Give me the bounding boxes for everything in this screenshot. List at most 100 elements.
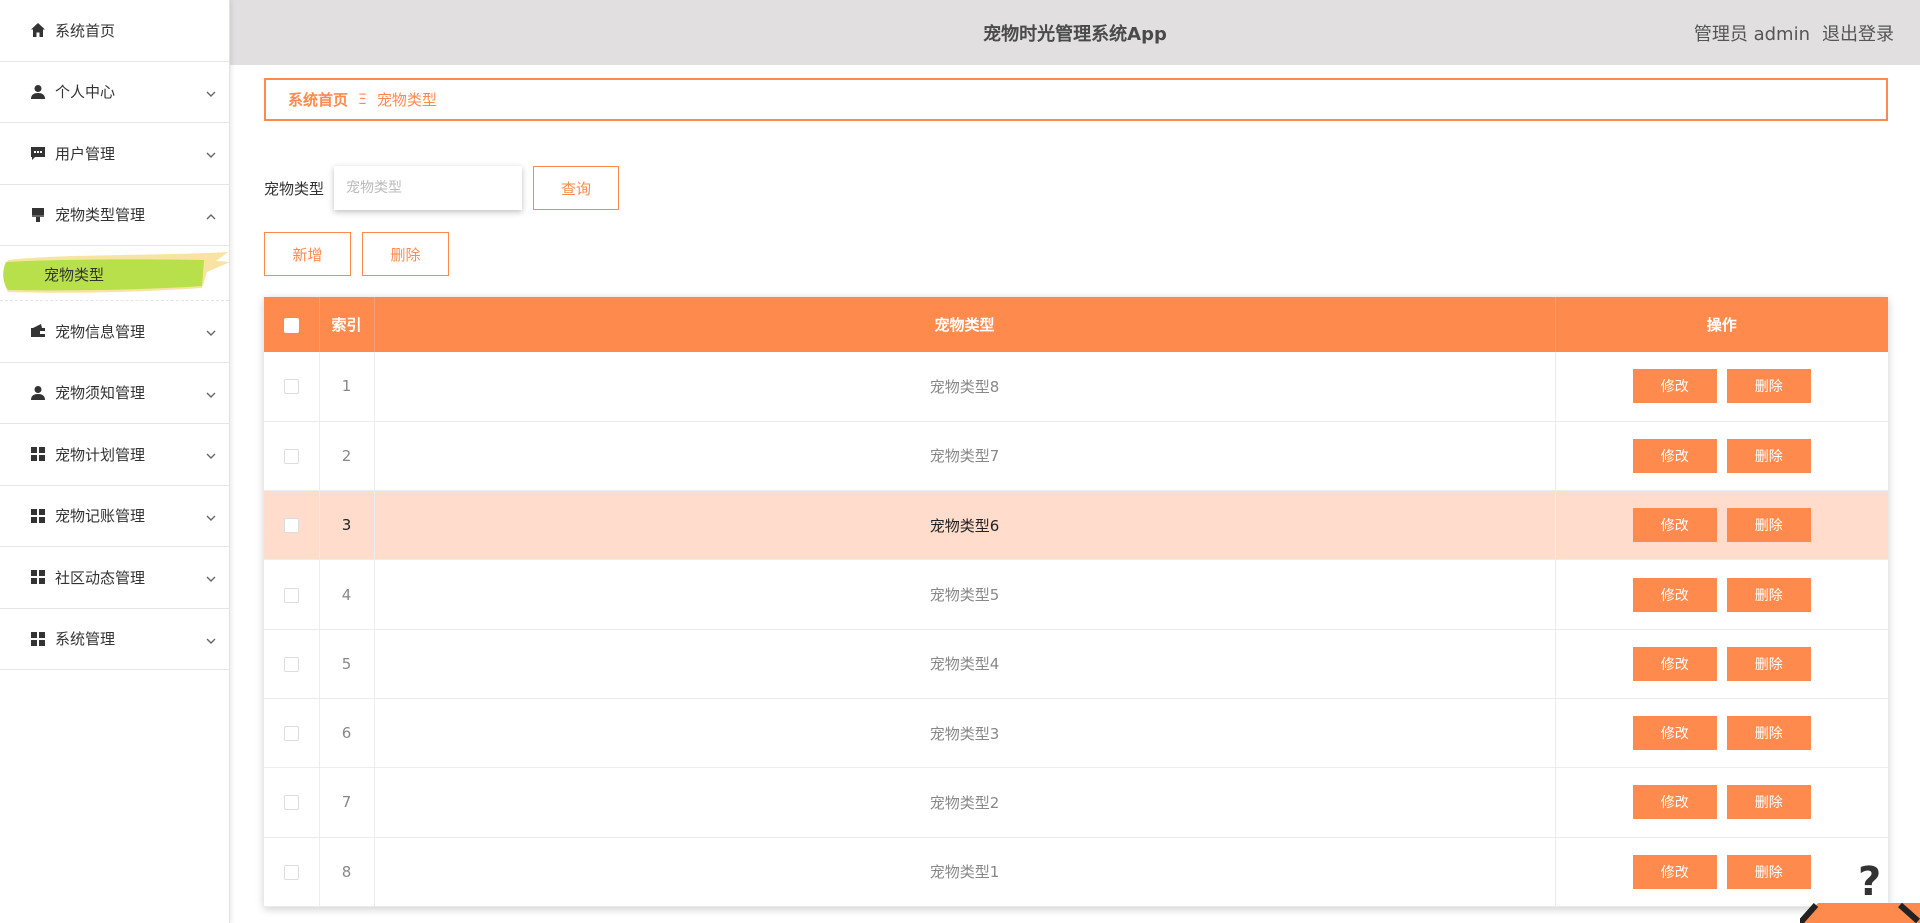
row-delete-button[interactable]: 删除 <box>1726 716 1811 751</box>
table-row: 2 宠物类型7 修改 删除 <box>264 421 1888 491</box>
sidebar-subitem-pet-type[interactable]: 宠物类型 <box>2 252 230 293</box>
row-delete-button[interactable]: 删除 <box>1726 577 1811 612</box>
table-row: 3 宠物类型6 修改 删除 <box>264 490 1888 560</box>
chevron-down-icon <box>205 571 217 583</box>
query-button[interactable]: 查询 <box>533 166 620 210</box>
chevron-down-icon <box>205 86 217 98</box>
row-pet-type: 宠物类型7 <box>374 421 1556 491</box>
sidebar-item-home[interactable]: 系统首页 <box>0 0 229 62</box>
row-pet-type: 宠物类型4 <box>374 629 1556 699</box>
row-checkbox[interactable] <box>283 656 299 672</box>
add-button[interactable]: 新增 <box>264 232 351 276</box>
row-checkbox[interactable] <box>283 587 299 603</box>
sidebar-item-community-management[interactable]: 社区动态管理 <box>0 547 229 609</box>
row-checkbox[interactable] <box>283 379 299 395</box>
table-header-row: 索引 宠物类型 操作 <box>264 297 1888 352</box>
sidebar-item-label: 宠物须知管理 <box>55 384 146 403</box>
sidebar-item-pet-plan-management[interactable]: 宠物计划管理 <box>0 424 229 486</box>
row-index: 3 <box>319 490 375 560</box>
row-edit-button[interactable]: 修改 <box>1632 508 1717 543</box>
sidebar-item-user-management[interactable]: 用户管理 <box>0 123 229 185</box>
chevron-down-icon <box>205 510 217 522</box>
chevron-down-icon <box>205 147 217 159</box>
column-header-pet-type: 宠物类型 <box>374 297 1556 352</box>
brush-icon <box>29 206 47 224</box>
chevron-down-icon <box>205 387 217 399</box>
row-actions: 修改 删除 <box>1555 352 1888 421</box>
table-row: 6 宠物类型3 修改 删除 <box>264 698 1888 768</box>
sidebar-item-personal-center[interactable]: 个人中心 <box>0 62 229 123</box>
sidebar-item-label: 宠物信息管理 <box>55 322 146 341</box>
row-edit-button[interactable]: 修改 <box>1632 438 1717 473</box>
row-index: 2 <box>319 421 375 491</box>
sidebar-item-system-management[interactable]: 系统管理 <box>0 609 229 670</box>
row-edit-button[interactable]: 修改 <box>1632 369 1717 404</box>
chevron-down-icon <box>205 325 217 337</box>
row-delete-button[interactable]: 删除 <box>1726 369 1811 404</box>
row-checkbox[interactable] <box>283 795 299 811</box>
batch-delete-button[interactable]: 删除 <box>362 232 449 276</box>
search-input[interactable] <box>334 166 523 210</box>
row-checkbox[interactable] <box>283 864 299 880</box>
table-row: 5 宠物类型4 修改 删除 <box>264 629 1888 699</box>
row-edit-button[interactable]: 修改 <box>1632 854 1717 889</box>
sidebar-item-label: 个人中心 <box>55 83 116 102</box>
row-index: 5 <box>319 629 375 699</box>
home-icon <box>29 21 47 39</box>
row-delete-button[interactable]: 删除 <box>1726 785 1811 820</box>
sidebar-item-label: 系统首页 <box>55 21 116 40</box>
row-delete-button[interactable]: 删除 <box>1726 646 1811 681</box>
row-actions: 修改 删除 <box>1555 629 1888 698</box>
sidebar-item-label: 宠物类型管理 <box>55 206 146 225</box>
top-header: 宠物时光管理系统App 管理员 admin 退出登录 <box>230 0 1920 65</box>
row-edit-button[interactable]: 修改 <box>1632 577 1717 612</box>
grid-icon <box>29 568 47 586</box>
breadcrumb: 系统首页 Ξ 宠物类型 <box>264 78 1888 121</box>
select-all-cell <box>264 297 320 352</box>
search-row: 宠物类型 查询 <box>264 166 620 210</box>
row-checkbox[interactable] <box>283 518 299 534</box>
row-select-cell <box>264 352 320 422</box>
row-pet-type: 宠物类型5 <box>374 559 1556 630</box>
row-edit-button[interactable]: 修改 <box>1632 716 1717 751</box>
logout-link[interactable]: 退出登录 <box>1822 20 1894 46</box>
grid-icon <box>29 445 47 463</box>
sidebar-item-label: 宠物记账管理 <box>55 507 146 526</box>
sidebar-item-pet-type-management[interactable]: 宠物类型管理 <box>0 185 229 246</box>
row-checkbox[interactable] <box>283 726 299 742</box>
column-header-index: 索引 <box>319 297 375 352</box>
row-delete-button[interactable]: 删除 <box>1726 508 1811 543</box>
row-pet-type: 宠物类型2 <box>374 767 1556 838</box>
row-select-cell <box>264 837 320 907</box>
breadcrumb-home[interactable]: 系统首页 <box>288 89 348 110</box>
row-actions: 修改 删除 <box>1555 421 1888 490</box>
breadcrumb-separator-icon: Ξ <box>358 91 367 108</box>
row-delete-button[interactable]: 删除 <box>1726 438 1811 473</box>
mascot-decoration: ? <box>1800 859 1920 923</box>
row-index: 1 <box>319 352 375 422</box>
row-index: 8 <box>319 837 375 907</box>
row-select-cell <box>264 767 320 838</box>
column-header-actions: 操作 <box>1706 316 1737 334</box>
row-select-cell <box>264 421 320 491</box>
sidebar-item-label: 宠物计划管理 <box>55 445 146 464</box>
row-index: 7 <box>319 767 375 838</box>
user-label: 管理员 admin <box>1693 23 1810 45</box>
sidebar-item-pet-notice-management[interactable]: 宠物须知管理 <box>0 363 229 424</box>
row-edit-button[interactable]: 修改 <box>1632 646 1717 681</box>
sidebar-item-pet-info-management[interactable]: 宠物信息管理 <box>0 301 229 363</box>
row-edit-button[interactable]: 修改 <box>1632 785 1717 820</box>
select-all-checkbox[interactable] <box>283 317 299 333</box>
table-row: 1 宠物类型8 修改 删除 <box>264 352 1888 422</box>
sidebar-item-label: 用户管理 <box>55 144 116 163</box>
chevron-down-icon <box>205 448 217 460</box>
row-pet-type: 宠物类型1 <box>374 837 1556 907</box>
person-icon <box>29 384 47 402</box>
app-title: 宠物时光管理系统App <box>983 23 1167 45</box>
chevron-down-icon <box>205 633 217 645</box>
sidebar-item-pet-accounting-management[interactable]: 宠物记账管理 <box>0 486 229 547</box>
row-checkbox[interactable] <box>283 448 299 464</box>
sidebar-item-label: 系统管理 <box>55 630 116 649</box>
row-delete-button[interactable]: 删除 <box>1726 854 1811 889</box>
row-index: 4 <box>319 559 375 630</box>
